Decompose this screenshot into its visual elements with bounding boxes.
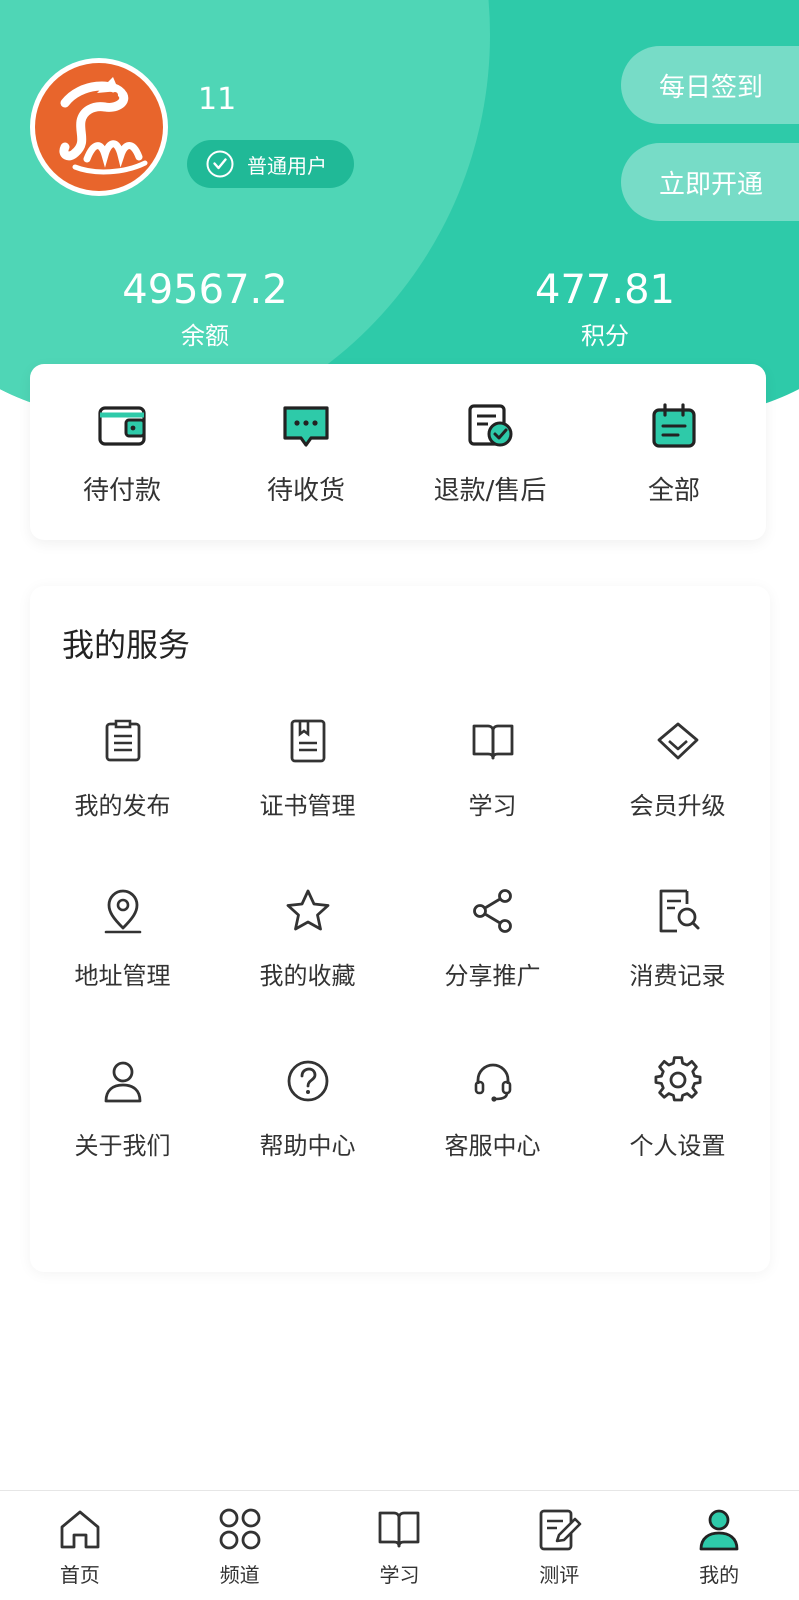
service-address-label: 地址管理 [74, 962, 171, 990]
dragon-logo-icon [59, 77, 148, 175]
avatar-image [35, 63, 163, 191]
service-learning[interactable]: 学习 [400, 716, 585, 886]
gear-icon [654, 1056, 701, 1102]
order-pending-payment[interactable]: 待付款 [30, 364, 214, 540]
refund-icon [468, 404, 513, 447]
share-icon [472, 889, 512, 933]
order-refund[interactable]: 退款/售后 [398, 364, 582, 540]
tab-home-label: 首页 [59, 1563, 100, 1587]
service-customer-support[interactable]: 客服中心 [400, 1056, 585, 1226]
service-favorites-label: 我的收藏 [259, 962, 356, 990]
service-certificates[interactable]: 证书管理 [215, 716, 400, 886]
service-about-label: 关于我们 [74, 1132, 171, 1160]
tab-evaluation[interactable]: 测评 [479, 1491, 639, 1600]
service-help-label: 帮助中心 [259, 1132, 356, 1160]
help-icon [287, 1060, 328, 1102]
order-pending-payment-label: 待付款 [82, 476, 161, 506]
points-value: 477.81 [535, 267, 675, 313]
service-settings[interactable]: 个人设置 [585, 1056, 770, 1226]
user-icon [699, 1509, 739, 1551]
tab-home[interactable]: 首页 [0, 1491, 160, 1600]
edit-icon [539, 1509, 582, 1551]
service-help[interactable]: 帮助中心 [215, 1056, 400, 1226]
headset-icon [474, 1063, 511, 1102]
service-settings-label: 个人设置 [629, 1132, 726, 1160]
certificate-icon [290, 719, 325, 763]
service-about[interactable]: 关于我们 [30, 1056, 215, 1226]
service-customer-support-label: 客服中心 [444, 1132, 541, 1160]
diamond-icon [657, 722, 698, 760]
order-pending-receipt-label: 待收货 [266, 476, 345, 506]
tab-mine-label: 我的 [699, 1563, 740, 1587]
points-stat[interactable]: 477.81 积分 [475, 268, 735, 351]
tab-channel-label: 频道 [219, 1563, 260, 1587]
tab-learning[interactable]: 学习 [320, 1491, 480, 1600]
service-records-label: 消费记录 [629, 962, 726, 990]
order-pending-receipt[interactable]: 待收货 [214, 364, 398, 540]
user-level-label: 普通用户 [247, 153, 327, 178]
balance-label: 余额 [181, 322, 229, 350]
points-label: 积分 [581, 322, 629, 350]
service-favorites[interactable]: 我的收藏 [215, 886, 400, 1056]
tab-mine[interactable]: 我的 [639, 1491, 799, 1600]
user-name: 11 [198, 82, 237, 117]
grid-icon [219, 1508, 261, 1550]
profile-page: 11 普通用户 每日签到 立即开通 49567.2 余额 477.81 积分 待… [0, 0, 799, 1600]
order-all-label: 全部 [647, 476, 700, 506]
bottom-tab-bar: 首页 频道 学习 测评 我的 [0, 1490, 799, 1600]
location-icon [104, 889, 141, 934]
service-my-posts[interactable]: 我的发布 [30, 716, 215, 886]
user-level-badge: 普通用户 [187, 140, 354, 188]
service-learning-label: 学习 [468, 792, 517, 820]
wallet-icon [98, 406, 146, 446]
order-all[interactable]: 全部 [582, 364, 766, 540]
service-address[interactable]: 地址管理 [30, 886, 215, 1056]
service-share-label: 分享推广 [444, 962, 541, 990]
balance-stat[interactable]: 49567.2 余额 [75, 268, 335, 351]
service-membership-upgrade[interactable]: 会员升级 [585, 716, 770, 886]
service-membership-upgrade-label: 会员升级 [629, 792, 726, 820]
avatar[interactable] [30, 58, 168, 196]
service-records[interactable]: 消费记录 [585, 886, 770, 1056]
order-refund-label: 退款/售后 [433, 476, 547, 506]
tab-channel[interactable]: 频道 [160, 1491, 320, 1600]
calendar-icon [652, 403, 696, 448]
daily-checkin-button[interactable]: 每日签到 [621, 46, 799, 124]
record-search-icon [659, 889, 699, 933]
service-share[interactable]: 分享推广 [400, 886, 585, 1056]
orders-card: 待付款 待收货 退款/售后 全部 [30, 364, 766, 540]
services-grid: 我的发布 证书管理 学习 会员升级 地址管理 我的收藏 分享推广 消费记录 关于… [30, 716, 770, 1226]
clipboard-icon [105, 719, 140, 762]
open-membership-button[interactable]: 立即开通 [621, 143, 799, 221]
tab-learning-label: 学习 [379, 1563, 420, 1587]
service-my-posts-label: 我的发布 [74, 792, 171, 820]
person-icon [104, 1061, 141, 1103]
service-certificates-label: 证书管理 [259, 792, 356, 820]
services-card: 我的服务 我的发布 证书管理 学习 会员升级 地址管理 我的收藏 分享推广 消费… [30, 586, 770, 1272]
book-icon [472, 724, 513, 760]
balance-value: 49567.2 [122, 267, 288, 313]
message-icon [283, 406, 329, 447]
tab-evaluation-label: 测评 [539, 1563, 580, 1587]
verified-icon [206, 150, 234, 178]
home-icon [60, 1510, 100, 1549]
book-icon [379, 1511, 420, 1548]
services-title: 我的服务 [62, 626, 191, 664]
star-icon [286, 889, 329, 931]
